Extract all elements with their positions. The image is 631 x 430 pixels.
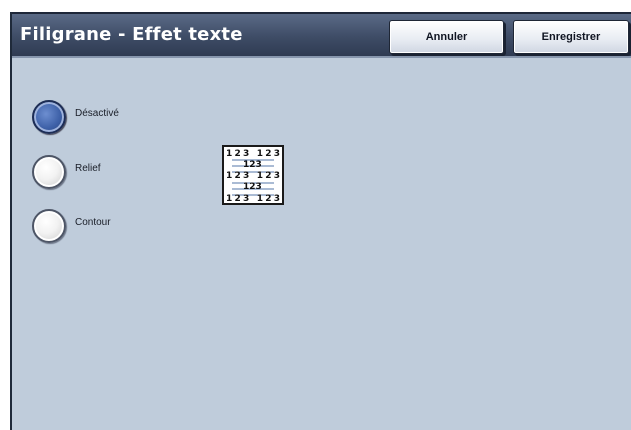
radio-option-outline[interactable]: Contour <box>32 209 111 243</box>
page-title: Filigrane - Effet texte <box>20 24 243 45</box>
radio-option-off-label: Désactivé <box>75 108 119 119</box>
header-bar: Filigrane - Effet texte Annuler Enregist… <box>12 12 631 58</box>
preview-svg: 123 123 123 123 123 123 123 123 <box>226 149 280 204</box>
radio-option-outline-label: Contour <box>75 217 111 228</box>
radio-unselected-icon <box>32 209 66 243</box>
cancel-button-label: Annuler <box>425 31 468 43</box>
watermark-text-effect-screen: Filigrane - Effet texte Annuler Enregist… <box>10 12 631 430</box>
preview-text-row: 123 <box>243 182 262 192</box>
radio-selected-icon <box>32 100 66 134</box>
radio-option-relief-label: Relief <box>75 163 101 174</box>
radio-option-off[interactable]: Désactivé <box>32 100 119 134</box>
radio-option-relief[interactable]: Relief <box>32 155 101 189</box>
save-button-label: Enregistrer <box>541 31 601 43</box>
preview-text-row: 123 123 <box>226 149 280 159</box>
text-effect-preview-icon: 123 123 123 123 123 123 123 123 <box>222 145 284 205</box>
preview-text-row: 123 <box>243 160 262 170</box>
radio-unselected-icon <box>32 155 66 189</box>
save-button[interactable]: Enregistrer <box>513 20 629 54</box>
cancel-button[interactable]: Annuler <box>389 20 504 54</box>
